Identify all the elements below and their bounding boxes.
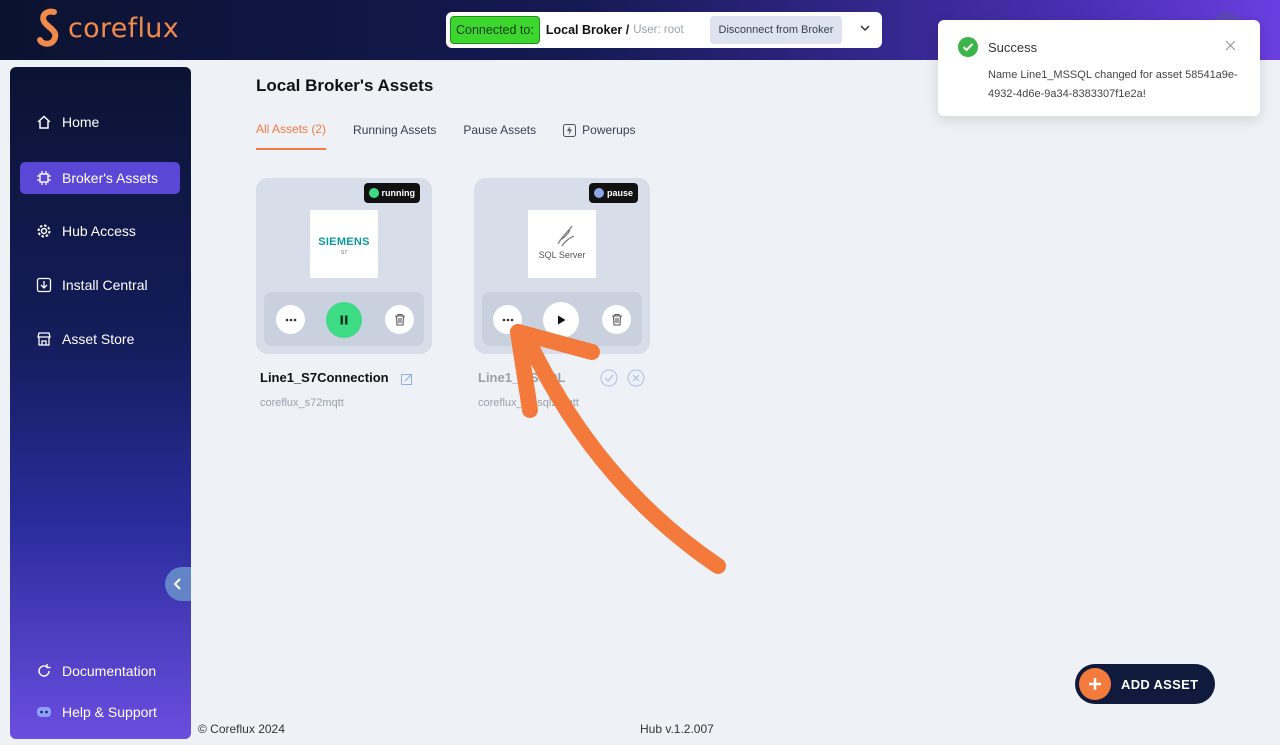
download-icon xyxy=(36,277,52,293)
status-running-icon xyxy=(368,188,379,198)
sidebar-item-brokers-assets[interactable]: Broker's Assets xyxy=(20,162,180,194)
asset-logo: SQL Server xyxy=(528,210,596,278)
sidebar-item-home[interactable]: Home xyxy=(20,106,180,138)
tab-label: All Assets (2) xyxy=(256,122,327,136)
play-icon xyxy=(558,315,566,325)
refresh-icon xyxy=(38,664,51,677)
brand-name: coreflux xyxy=(68,12,179,44)
disconnect-button[interactable]: Disconnect from Broker xyxy=(710,16,842,44)
store-icon xyxy=(37,332,51,346)
trash-icon xyxy=(394,313,405,326)
sql-server-logo-icon xyxy=(557,225,575,247)
connected-badge: Connected to: xyxy=(450,16,540,44)
tab-all-assets[interactable]: All Assets (2) xyxy=(256,122,327,150)
gear-icon xyxy=(37,224,51,238)
sidebar-item-label: Help & Support xyxy=(62,704,157,720)
broker-name: Local Broker / xyxy=(545,23,630,37)
toast-title: Success xyxy=(988,40,1038,55)
tab-pause-assets[interactable]: Pause Assets xyxy=(463,122,536,150)
asset-tabs: All Assets (2) Running Assets Pause Asse… xyxy=(256,122,636,150)
sidebar-item-label: Documentation xyxy=(62,663,157,679)
page-title: Local Broker's Assets xyxy=(256,76,434,95)
sidebar-item-label: Hub Access xyxy=(62,223,136,239)
delete-button[interactable] xyxy=(602,305,631,334)
sidebar-collapse-button[interactable] xyxy=(165,567,191,601)
footer-version: Hub v.1.2.007 xyxy=(640,722,714,736)
discord-icon xyxy=(37,707,51,717)
cancel-icon[interactable] xyxy=(627,369,645,387)
status-badge: pause xyxy=(588,183,638,203)
sidebar-item-asset-store[interactable]: Asset Store xyxy=(20,323,180,355)
tab-label: Pause Assets xyxy=(463,123,537,137)
tab-label: Powerups xyxy=(582,123,636,137)
pause-icon xyxy=(340,315,348,325)
edit-icon[interactable] xyxy=(401,373,413,385)
asset-name: Line1_S7Connection xyxy=(260,370,389,385)
chevron-left-icon xyxy=(173,578,181,590)
plus-icon xyxy=(1079,668,1111,700)
delete-button[interactable] xyxy=(385,305,414,334)
connection-selector[interactable]: Connected to: Local Broker / User: root … xyxy=(446,12,882,48)
sidebar-item-label: Broker's Assets xyxy=(62,170,159,186)
asset-subtitle: coreflux_s72mqtt xyxy=(260,397,344,409)
tab-powerups[interactable]: Powerups xyxy=(563,122,636,150)
asset-name-editing[interactable]: Line1_MSSQL xyxy=(478,370,565,385)
play-button[interactable] xyxy=(543,302,579,338)
success-check-icon xyxy=(958,37,978,57)
more-options-button[interactable] xyxy=(493,305,522,334)
tab-running-assets[interactable]: Running Assets xyxy=(353,122,436,150)
more-icon xyxy=(285,318,296,321)
asset-controls xyxy=(264,292,424,346)
asset-controls xyxy=(482,292,642,346)
status-label: running xyxy=(381,188,416,198)
asset-logo-text: SQL Server xyxy=(538,250,586,260)
sidebar-item-help-support[interactable]: Help & Support xyxy=(20,696,180,728)
asset-card[interactable]: pause SQL Server xyxy=(474,178,650,354)
sidebar-item-label: Home xyxy=(62,114,100,130)
sidebar-item-label: Asset Store xyxy=(62,331,135,347)
add-asset-button[interactable]: ADD ASSET xyxy=(1075,664,1215,704)
sidebar-item-label: Install Central xyxy=(62,277,148,293)
confirm-icon[interactable] xyxy=(600,369,618,387)
more-options-button[interactable] xyxy=(276,305,305,334)
status-badge: running xyxy=(363,183,420,203)
status-pause-icon xyxy=(593,188,604,198)
sidebar-item-hub-access[interactable]: Hub Access xyxy=(20,215,180,247)
asset-logo: SIEMENS S7 xyxy=(310,210,378,278)
brand-logo[interactable]: coreflux xyxy=(36,8,179,48)
broker-user: User: root xyxy=(633,24,684,36)
asset-logo-text: SIEMENS xyxy=(318,236,370,248)
coreflux-logo-icon xyxy=(37,8,59,47)
pause-button[interactable] xyxy=(326,302,362,338)
add-asset-label: ADD ASSET xyxy=(1121,676,1199,692)
home-icon xyxy=(37,115,51,129)
sidebar: Home Broker's Assets Hub Access Install … xyxy=(10,67,191,739)
sidebar-item-install-central[interactable]: Install Central xyxy=(20,269,180,301)
asset-subtitle: coreflux_mssql2mqtt xyxy=(478,397,579,409)
close-icon[interactable] xyxy=(1225,40,1236,51)
status-label: pause xyxy=(606,188,633,198)
tab-label: Running Assets xyxy=(353,123,437,137)
chip-icon xyxy=(37,171,51,185)
lightning-icon xyxy=(563,123,577,137)
sidebar-item-documentation[interactable]: Documentation xyxy=(20,655,180,687)
more-icon xyxy=(502,318,513,321)
toast-message: Name Line1_MSSQL changed for asset 58541… xyxy=(988,69,1238,100)
trash-icon xyxy=(611,313,622,326)
chevron-down-icon[interactable] xyxy=(858,21,872,35)
footer-copyright: © Coreflux 2024 xyxy=(198,722,285,736)
asset-logo-sub: S7 xyxy=(340,250,348,256)
asset-card[interactable]: running SIEMENS S7 xyxy=(256,178,432,354)
success-toast: Success Name Line1_MSSQL changed for ass… xyxy=(938,20,1260,116)
